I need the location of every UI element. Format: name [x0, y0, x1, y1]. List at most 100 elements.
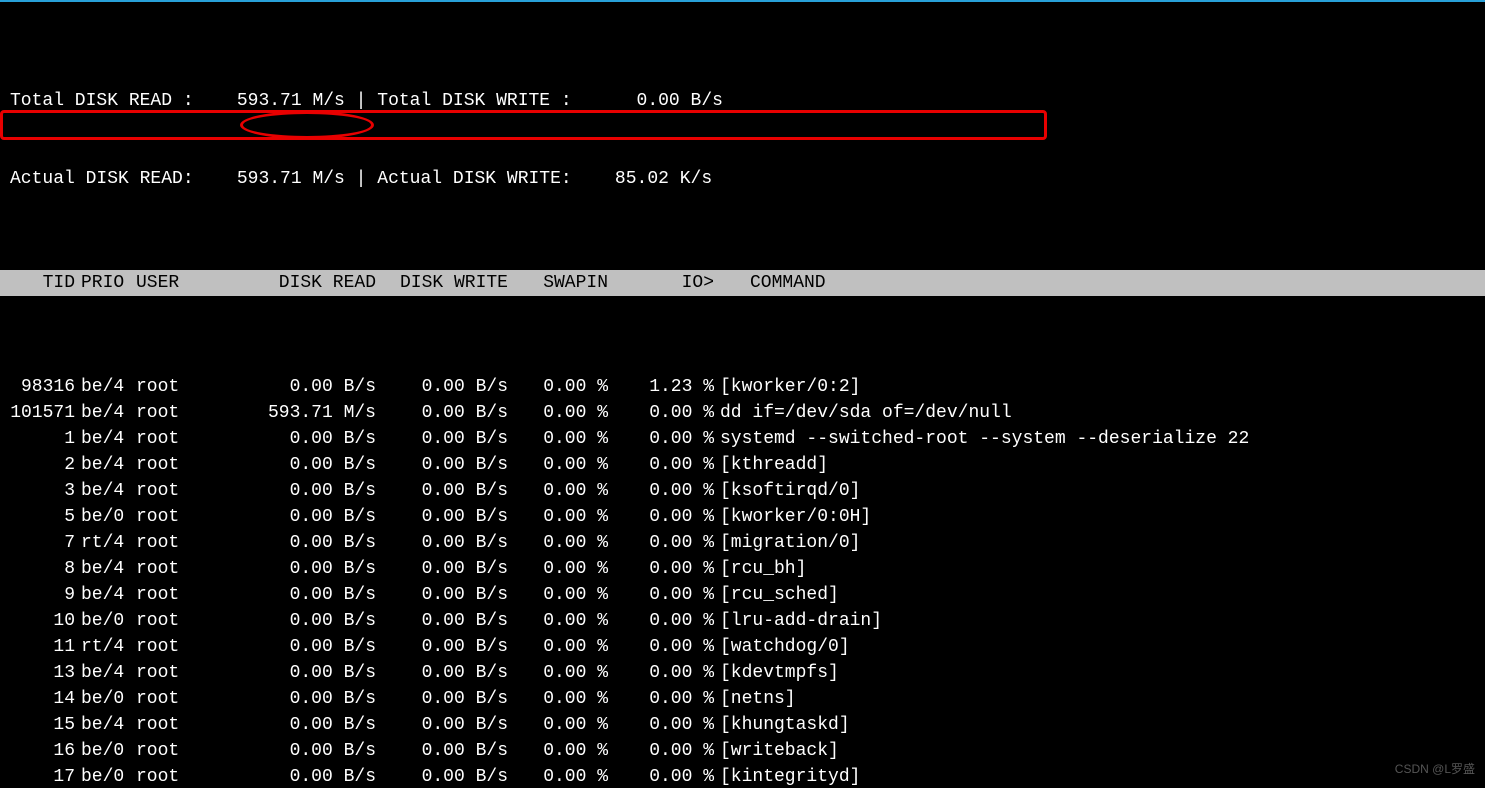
process-row: 5be/0root0.00 B/s0.00 B/s0.00 %0.00 %[kw…: [0, 504, 1485, 530]
process-row: 11rt/4root0.00 B/s0.00 B/s0.00 %0.00 %[w…: [0, 634, 1485, 660]
col-io: IO>: [614, 270, 720, 296]
actual-write-label: Actual DISK WRITE:: [377, 166, 582, 192]
process-row: 14be/0root0.00 B/s0.00 B/s0.00 %0.00 %[n…: [0, 686, 1485, 712]
cell-dw: 0.00 B/s: [388, 400, 518, 426]
cell-dr: 0.00 B/s: [206, 738, 388, 764]
cell-prio: rt/4: [75, 530, 136, 556]
cell-prio: be/0: [75, 764, 136, 788]
cell-user: root: [136, 426, 206, 452]
cell-dr: 0.00 B/s: [206, 608, 388, 634]
cell-user: root: [136, 608, 206, 634]
process-row: 98316be/4root0.00 B/s0.00 B/s0.00 %1.23 …: [0, 374, 1485, 400]
cell-tid: 13: [0, 660, 75, 686]
cell-user: root: [136, 400, 206, 426]
cell-sw: 0.00 %: [518, 530, 614, 556]
cell-prio: be/0: [75, 504, 136, 530]
cell-dw: 0.00 B/s: [388, 530, 518, 556]
process-row: 10be/0root0.00 B/s0.00 B/s0.00 %0.00 %[l…: [0, 608, 1485, 634]
cell-dr: 0.00 B/s: [206, 660, 388, 686]
cell-io: 0.00 %: [614, 452, 720, 478]
cell-tid: 11: [0, 634, 75, 660]
col-tid: TID: [0, 270, 75, 296]
cell-dr: 0.00 B/s: [206, 634, 388, 660]
cell-cmd: [ksoftirqd/0]: [720, 478, 1485, 504]
process-row: 7rt/4root0.00 B/s0.00 B/s0.00 %0.00 %[mi…: [0, 530, 1485, 556]
cell-sw: 0.00 %: [518, 426, 614, 452]
cell-prio: be/4: [75, 426, 136, 452]
cell-user: root: [136, 764, 206, 788]
total-read-value: 593.71 M/s: [204, 88, 344, 114]
cell-dw: 0.00 B/s: [388, 426, 518, 452]
total-write-label: Total DISK WRITE :: [377, 88, 582, 114]
cell-dw: 0.00 B/s: [388, 686, 518, 712]
cell-io: 0.00 %: [614, 608, 720, 634]
cell-user: root: [136, 452, 206, 478]
cell-io: 0.00 %: [614, 712, 720, 738]
cell-io: 0.00 %: [614, 686, 720, 712]
cell-prio: be/4: [75, 582, 136, 608]
actual-read-label: Actual DISK READ:: [0, 166, 204, 192]
cell-prio: be/4: [75, 478, 136, 504]
cell-sw: 0.00 %: [518, 400, 614, 426]
cell-cmd: [rcu_sched]: [720, 582, 1485, 608]
cell-tid: 101571: [0, 400, 75, 426]
process-row: 13be/4root0.00 B/s0.00 B/s0.00 %0.00 %[k…: [0, 660, 1485, 686]
col-user: USER: [136, 270, 206, 296]
cell-sw: 0.00 %: [518, 738, 614, 764]
cell-dw: 0.00 B/s: [388, 374, 518, 400]
cell-dw: 0.00 B/s: [388, 660, 518, 686]
cell-tid: 7: [0, 530, 75, 556]
cell-cmd: [khungtaskd]: [720, 712, 1485, 738]
cell-user: root: [136, 374, 206, 400]
cell-prio: be/4: [75, 660, 136, 686]
cell-tid: 9: [0, 582, 75, 608]
cell-user: root: [136, 660, 206, 686]
process-row: 2be/4root0.00 B/s0.00 B/s0.00 %0.00 %[kt…: [0, 452, 1485, 478]
cell-cmd: [kdevtmpfs]: [720, 660, 1485, 686]
cell-sw: 0.00 %: [518, 764, 614, 788]
cell-sw: 0.00 %: [518, 660, 614, 686]
cell-dw: 0.00 B/s: [388, 738, 518, 764]
cell-sw: 0.00 %: [518, 478, 614, 504]
terminal-output[interactable]: Total DISK READ : 593.71 M/s | Total DIS…: [0, 2, 1485, 788]
cell-tid: 14: [0, 686, 75, 712]
cell-dw: 0.00 B/s: [388, 504, 518, 530]
cell-dr: 0.00 B/s: [206, 530, 388, 556]
col-prio: PRIO: [75, 270, 136, 296]
cell-tid: 8: [0, 556, 75, 582]
cell-prio: be/4: [75, 712, 136, 738]
cell-cmd: dd if=/dev/sda of=/dev/null: [720, 400, 1485, 426]
cell-io: 0.00 %: [614, 504, 720, 530]
cell-dr: 0.00 B/s: [206, 712, 388, 738]
cell-prio: be/0: [75, 738, 136, 764]
cell-tid: 5: [0, 504, 75, 530]
cell-user: root: [136, 478, 206, 504]
process-row: 3be/4root0.00 B/s0.00 B/s0.00 %0.00 %[ks…: [0, 478, 1485, 504]
cell-user: root: [136, 712, 206, 738]
cell-sw: 0.00 %: [518, 582, 614, 608]
cell-dw: 0.00 B/s: [388, 556, 518, 582]
process-row: 1be/4root0.00 B/s0.00 B/s0.00 %0.00 %sys…: [0, 426, 1485, 452]
process-row: 101571be/4root593.71 M/s0.00 B/s0.00 %0.…: [0, 400, 1485, 426]
total-read-label: Total DISK READ :: [0, 88, 204, 114]
cell-dw: 0.00 B/s: [388, 764, 518, 788]
column-header-row: TID PRIO USER DISK READ DISK WRITE SWAPI…: [0, 270, 1485, 296]
cell-cmd: [kthreadd]: [720, 452, 1485, 478]
col-diskread: DISK READ: [206, 270, 388, 296]
cell-dr: 0.00 B/s: [206, 556, 388, 582]
summary-total: Total DISK READ : 593.71 M/s | Total DIS…: [0, 88, 1485, 114]
cell-prio: rt/4: [75, 634, 136, 660]
cell-dr: 0.00 B/s: [206, 504, 388, 530]
watermark: CSDN @L罗盛: [1395, 756, 1475, 782]
cell-user: root: [136, 738, 206, 764]
cell-tid: 15: [0, 712, 75, 738]
cell-tid: 10: [0, 608, 75, 634]
cell-cmd: [lru-add-drain]: [720, 608, 1485, 634]
cell-sw: 0.00 %: [518, 634, 614, 660]
cell-cmd: [kworker/0:0H]: [720, 504, 1485, 530]
cell-io: 0.00 %: [614, 764, 720, 788]
cell-tid: 16: [0, 738, 75, 764]
cell-dw: 0.00 B/s: [388, 712, 518, 738]
cell-io: 0.00 %: [614, 530, 720, 556]
cell-cmd: [watchdog/0]: [720, 634, 1485, 660]
